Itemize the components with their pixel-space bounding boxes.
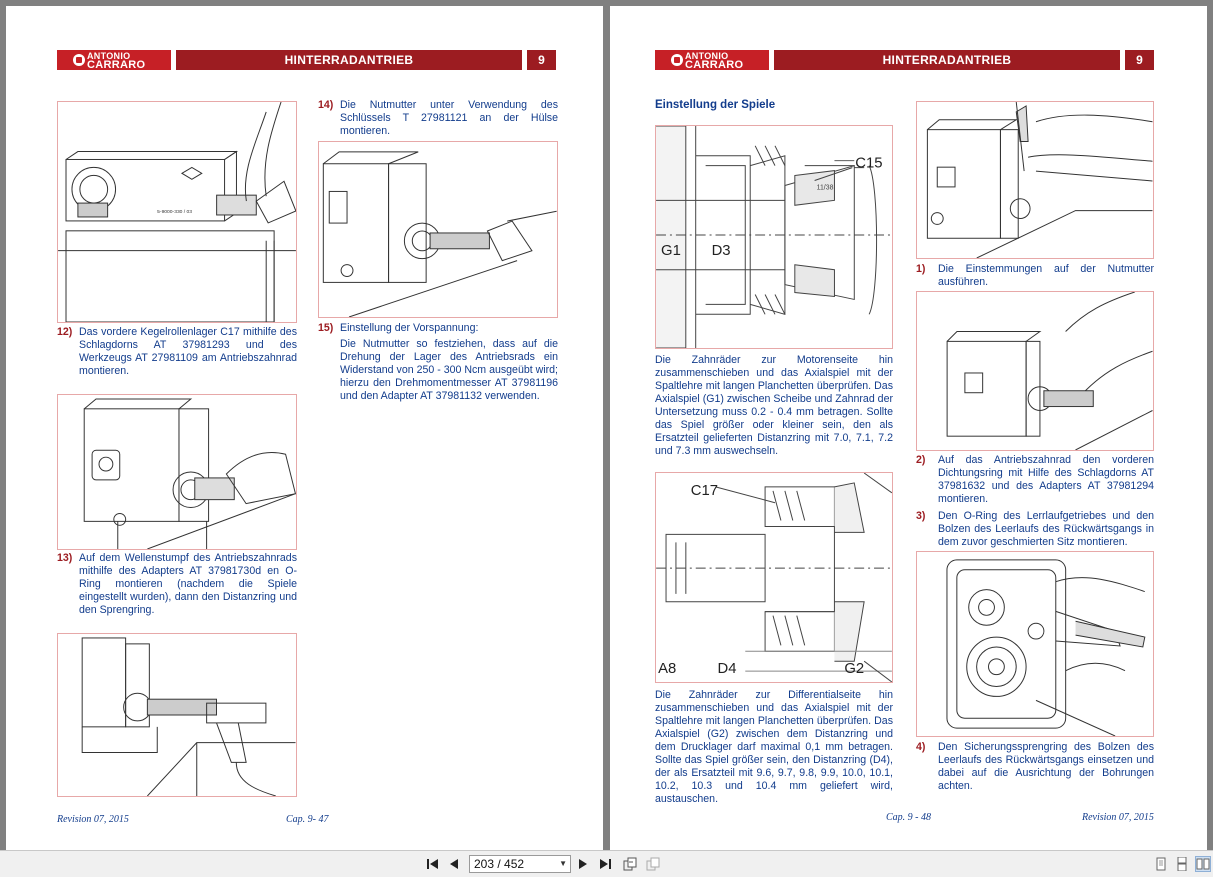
label-g2: G2 bbox=[844, 661, 864, 677]
step-number: 2) bbox=[916, 454, 926, 466]
page-header: ANTONIO CARRARO HINTERRADANTRIEB 9 bbox=[57, 50, 557, 71]
last-page-icon[interactable] bbox=[597, 856, 613, 872]
step-number: 14) bbox=[318, 99, 334, 111]
figure-step-12: 5-9000-330 / 03 bbox=[57, 101, 297, 323]
brand-line2: CARRARO bbox=[685, 59, 744, 71]
footer-revision: Revision 07, 2015 bbox=[57, 814, 129, 825]
chevron-down-icon[interactable]: ▼ bbox=[559, 856, 567, 872]
paragraph-diff-side: Die Zahnräder zur Differentialseite hin … bbox=[655, 689, 893, 805]
step-text: Auf das Antriebszahnrad den vorderen Dic… bbox=[938, 454, 1154, 505]
step-text: Einstellung der Vorspannung: bbox=[340, 322, 479, 334]
step-text: Auf dem Wellenstumpf des Antriebszahnrad… bbox=[79, 552, 297, 616]
figure-step-2 bbox=[916, 291, 1154, 451]
step-15: 15) Einstellung der Vorspannung: bbox=[318, 322, 558, 335]
step-12: 12) Das vordere Kegelrollenlager C17 mit… bbox=[57, 326, 297, 378]
label-c15: C15 bbox=[855, 156, 882, 172]
figure-step-14 bbox=[318, 141, 558, 318]
step-text: Die Nutmutter unter Verwendung des Schlü… bbox=[340, 99, 558, 137]
footer-page-ref: Cap. 9 - 48 bbox=[886, 812, 931, 823]
section-title: Einstellung der Spiele bbox=[655, 99, 776, 111]
footer-page-ref: Cap. 9- 47 bbox=[286, 814, 329, 825]
page-header: ANTONIO CARRARO HINTERRADANTRIEB 9 bbox=[655, 50, 1155, 71]
page-48: ANTONIO CARRARO HINTERRADANTRIEB 9 Einst… bbox=[610, 6, 1207, 850]
step-text: Den Sicherungssprengring des Bolzen des … bbox=[938, 741, 1154, 792]
label-g1: G1 bbox=[661, 243, 681, 259]
step-r2: 2) Auf das Antriebszahnrad den vorderen … bbox=[916, 454, 1154, 506]
step-14: 14) Die Nutmutter unter Verwendung des S… bbox=[318, 99, 558, 138]
step-r1: 1) Die Einstemmungen auf der Nutmutter a… bbox=[916, 263, 1154, 289]
logo-emblem-icon bbox=[73, 54, 85, 66]
brand-line2: CARRARO bbox=[87, 59, 146, 71]
label-d3: D3 bbox=[712, 243, 731, 259]
page-indicator-text: 203 / 452 bbox=[474, 857, 525, 871]
figure-step-4 bbox=[916, 551, 1154, 737]
step-number: 3) bbox=[916, 510, 926, 522]
svg-text:5-9000-330 / 03: 5-9000-330 / 03 bbox=[157, 209, 192, 215]
step-text: Den O-Ring des Lerrlaufgetriebes und den… bbox=[938, 510, 1154, 548]
document-viewer[interactable]: ANTONIO CARRARO HINTERRADANTRIEB 9 5-900… bbox=[0, 0, 1213, 850]
chapter-title: HINTERRADANTRIEB bbox=[774, 50, 1120, 70]
go-back-view-icon[interactable] bbox=[622, 856, 638, 872]
two-page-view-icon[interactable] bbox=[1195, 856, 1211, 872]
label-d4: D4 bbox=[718, 661, 737, 677]
next-page-icon[interactable] bbox=[575, 856, 591, 872]
step-text: Das vordere Kegelrollenlager C17 mithilf… bbox=[79, 326, 297, 377]
step-15-body: Die Nutmutter so festziehen, dass auf di… bbox=[340, 338, 558, 402]
footer-revision: Revision 07, 2015 bbox=[1082, 812, 1154, 823]
step-text: Die Einstemmungen auf der Nutmutter ausf… bbox=[938, 263, 1154, 288]
step-r3: 3) Den O-Ring des Lerrlaufgetriebes und … bbox=[916, 510, 1154, 549]
step-13: 13) Auf dem Wellenstumpf des Antriebszah… bbox=[57, 552, 297, 617]
step-number: 1) bbox=[916, 263, 926, 275]
chapter-number: 9 bbox=[527, 50, 556, 70]
figure-step-1 bbox=[916, 101, 1154, 259]
diagram-g2-clearance: C17 A8 D4 G2 bbox=[655, 472, 893, 683]
figure-step-13-tool bbox=[57, 633, 297, 797]
brand-logo: ANTONIO CARRARO bbox=[655, 50, 769, 71]
previous-page-icon[interactable] bbox=[446, 856, 462, 872]
chapter-title: HINTERRADANTRIEB bbox=[176, 50, 522, 70]
single-page-view-icon[interactable] bbox=[1153, 856, 1169, 872]
label-mark: 11/38 bbox=[817, 184, 834, 191]
page-47: ANTONIO CARRARO HINTERRADANTRIEB 9 5-900… bbox=[6, 6, 603, 850]
paragraph-motor-side: Die Zahnräder zur Motorenseite hin zusam… bbox=[655, 354, 893, 457]
chapter-number: 9 bbox=[1125, 50, 1154, 70]
go-forward-view-icon bbox=[645, 856, 661, 872]
label-c17: C17 bbox=[691, 483, 718, 499]
step-r4: 4) Den Sicherungssprengring des Bolzen d… bbox=[916, 741, 1154, 793]
figure-step-13 bbox=[57, 394, 297, 550]
viewer-toolbar: 203 / 452 ▼ bbox=[0, 850, 1213, 877]
brand-logo: ANTONIO CARRARO bbox=[57, 50, 171, 71]
page-number-input[interactable]: 203 / 452 ▼ bbox=[469, 855, 571, 873]
diagram-g1-clearance: C15 G1 D3 11/38 bbox=[655, 125, 893, 349]
step-number: 15) bbox=[318, 322, 334, 334]
step-number: 4) bbox=[916, 741, 926, 753]
continuous-view-icon[interactable] bbox=[1174, 856, 1190, 872]
label-a8: A8 bbox=[658, 661, 676, 677]
step-number: 13) bbox=[57, 552, 73, 564]
step-number: 12) bbox=[57, 326, 73, 338]
logo-emblem-icon bbox=[671, 54, 683, 66]
first-page-icon[interactable] bbox=[425, 856, 441, 872]
